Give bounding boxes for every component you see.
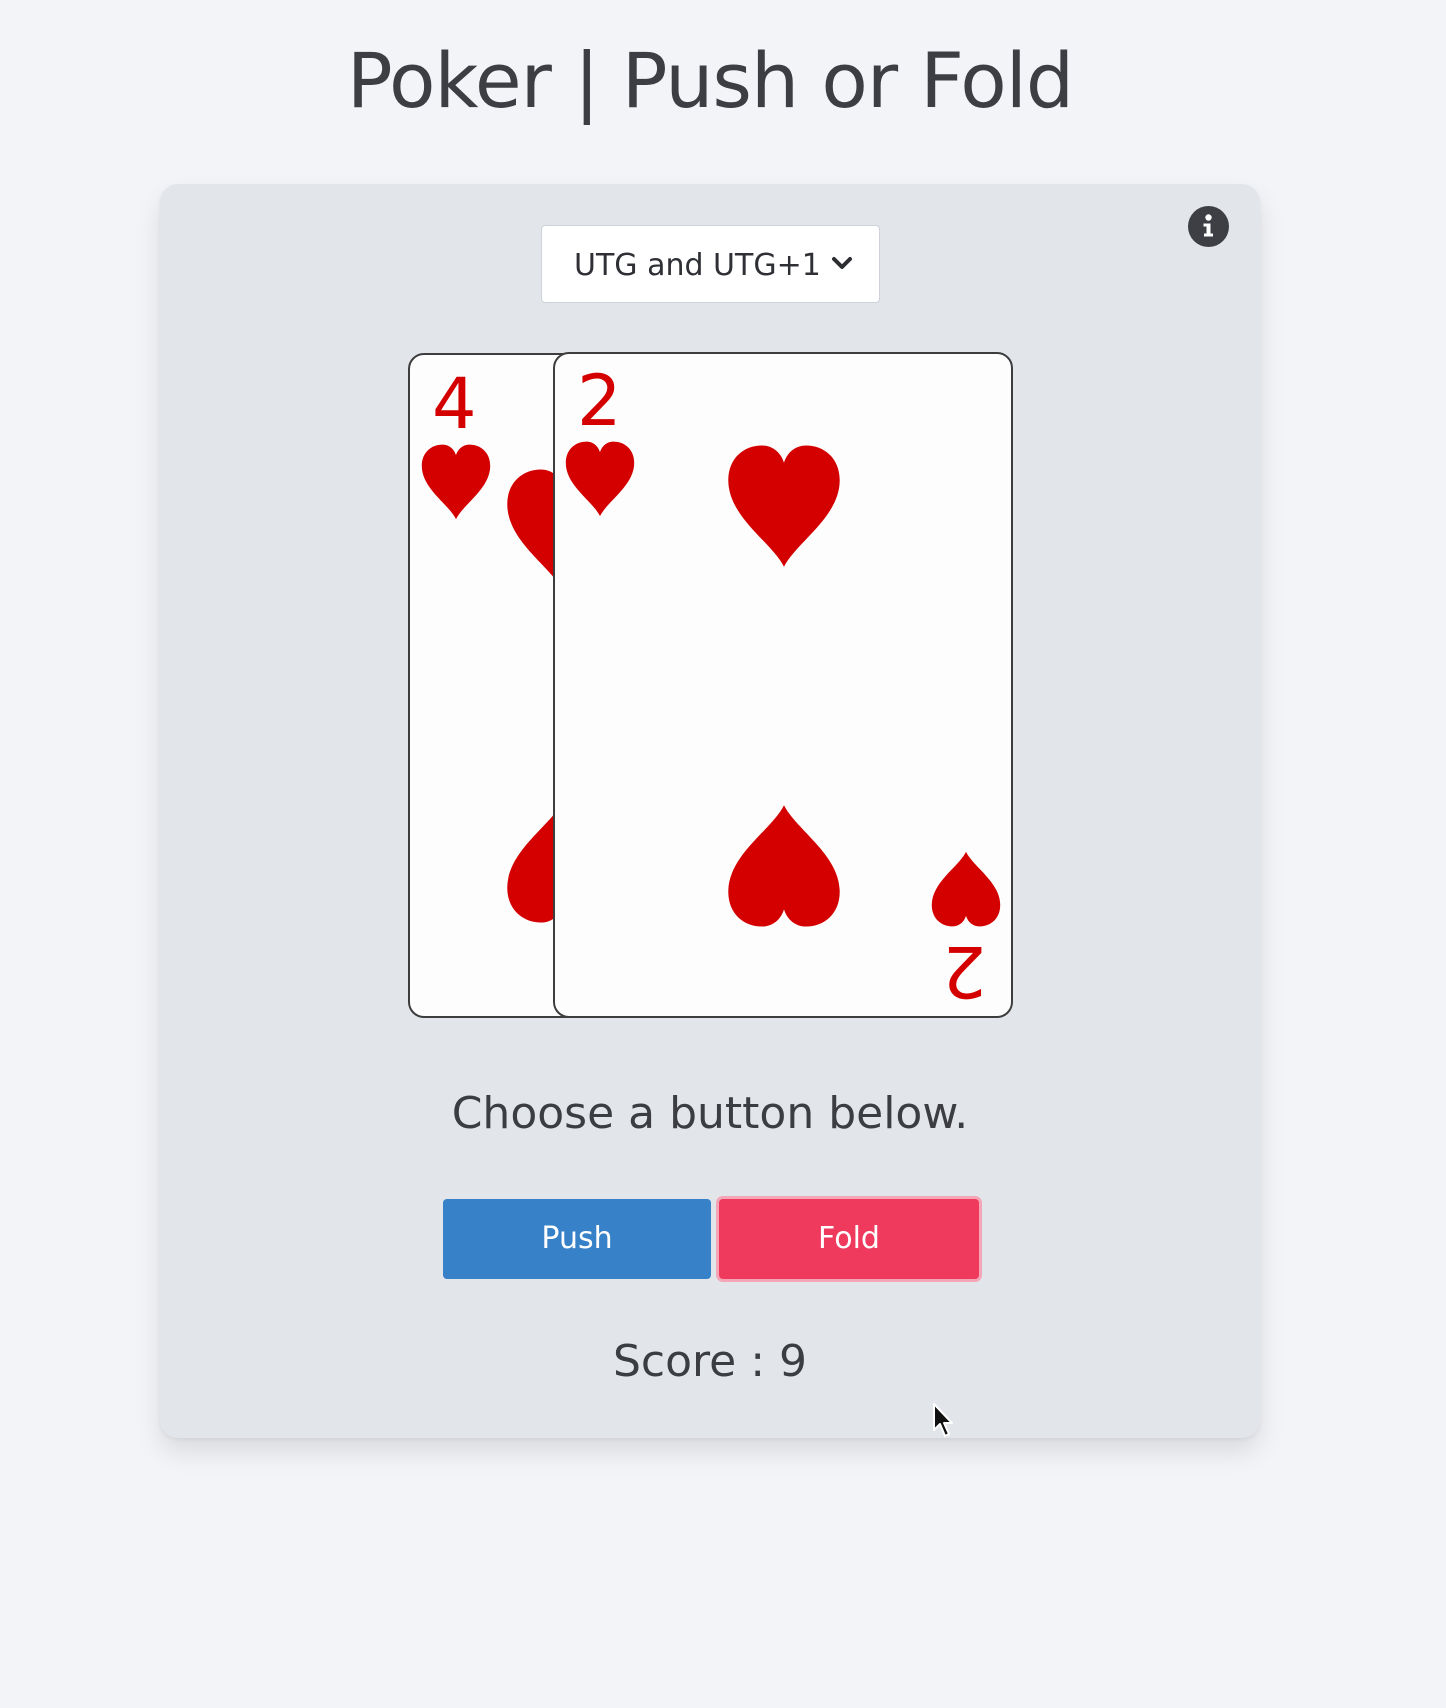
mouse-cursor-icon [933, 1403, 953, 1437]
card-rank: 2 [577, 360, 622, 442]
heart-icon [562, 440, 638, 520]
prompt-text: Choose a button below. [451, 1088, 969, 1139]
heart-icon [722, 443, 846, 573]
card-rank: 2 [942, 930, 987, 1012]
score-text: Score : 9 [612, 1336, 808, 1387]
heart-icon [418, 443, 494, 523]
fold-button[interactable]: Fold [719, 1199, 979, 1279]
card-rank: 4 [432, 363, 477, 445]
heart-icon [722, 799, 846, 929]
info-icon[interactable] [1188, 206, 1229, 247]
position-select-value: UTG and UTG+1 [574, 248, 821, 283]
push-button[interactable]: Push [443, 1199, 711, 1279]
position-select[interactable]: UTG and UTG+1 [541, 225, 880, 303]
heart-icon [928, 848, 1004, 928]
page-title: Poker | Push or Fold [346, 36, 1074, 125]
playing-card-2: 2 2 [553, 352, 1013, 1018]
chevron-down-icon [832, 257, 852, 269]
